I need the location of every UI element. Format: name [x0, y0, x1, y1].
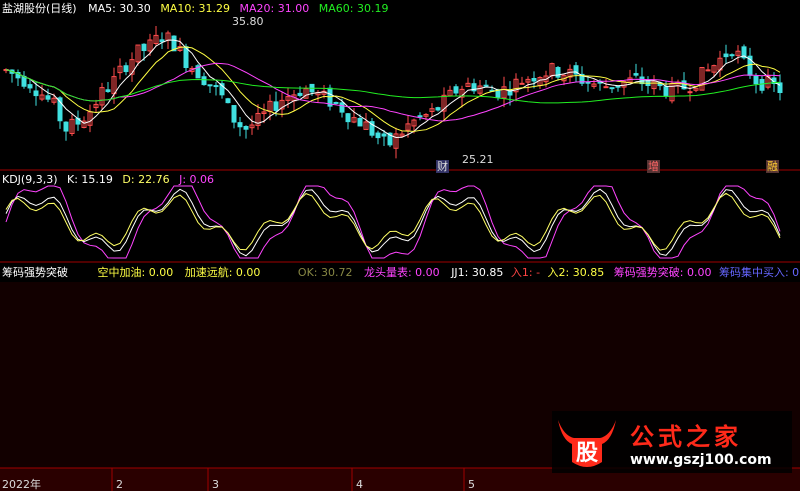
ma5-value: MA5: 30.30 — [88, 2, 151, 15]
candle-body — [141, 43, 147, 52]
kdj-title: KDJ(9,3,3) — [2, 173, 58, 186]
candle-body — [453, 86, 459, 94]
ma20-value: MA20: 31.00 — [239, 2, 310, 15]
indicator-cmqstp: 筹码强势突破: 0.00 — [613, 266, 712, 279]
indicator-in2: 入2: 30.85 — [547, 266, 605, 279]
indicator-jsyh: 加速远航: 0.00 — [184, 266, 261, 279]
candle-body — [333, 101, 339, 104]
candle-body — [27, 84, 33, 89]
candle-body — [201, 76, 207, 86]
indicator-ltlb: 龙头量表: 0.00 — [363, 266, 440, 279]
indicator-jj1: JJ1: 30.85 — [451, 266, 504, 279]
candle-body — [33, 90, 39, 97]
stock-chart-window: 盐湖股份(日线) MA5: 30.30 MA10: 31.29 MA20: 31… — [0, 0, 800, 491]
candle-body — [339, 102, 345, 113]
time-label-mar: 3 — [212, 478, 219, 491]
candle-body — [615, 85, 621, 88]
bull-logo-icon: 股 — [558, 420, 616, 467]
candle-body — [435, 107, 441, 111]
candle-body — [483, 84, 489, 87]
event-marker-zeng[interactable]: 增 — [647, 160, 660, 173]
candle-body — [45, 95, 51, 100]
indicator-cmjzmr: 筹码集中买入: 0.00 — [718, 266, 800, 279]
indicator-in1: 入1: - — [510, 266, 541, 279]
candle-body — [231, 105, 237, 123]
candle-body — [273, 101, 279, 111]
candlestick-panel[interactable] — [3, 26, 783, 159]
stock-title: 盐湖股份(日线) — [2, 2, 77, 15]
kdj-d-line — [5, 192, 781, 251]
time-label-feb: 2 — [116, 478, 123, 491]
event-marker-cai[interactable]: 财 — [436, 160, 449, 173]
candle-body — [759, 78, 765, 91]
candle-body — [531, 78, 537, 82]
candle-body — [63, 121, 69, 132]
candle-body — [663, 86, 669, 97]
high-price-label: 35.80 — [232, 15, 264, 28]
kdj-k-line — [5, 188, 781, 257]
event-marker-rong[interactable]: 融 — [766, 160, 779, 173]
candle-body — [375, 132, 381, 139]
candle-body — [105, 89, 111, 93]
kdj-j-value: J: 0.06 — [179, 173, 215, 186]
indicator-ok: OK: 30.72 — [297, 266, 353, 279]
indicator-title: 筹码强势突破 — [2, 266, 68, 279]
candle-body — [381, 133, 387, 137]
candle-body — [729, 54, 735, 57]
candle-body — [603, 86, 609, 89]
ma10-value: MA10: 31.29 — [160, 2, 231, 15]
watermark-brand: 公式之家 — [630, 422, 742, 451]
ma60-line — [5, 69, 781, 104]
watermark-url: www.gszj100.com — [630, 451, 772, 468]
candle-body — [705, 69, 711, 72]
candle-body — [207, 84, 213, 87]
candle-body — [357, 117, 363, 127]
candle-body — [687, 91, 693, 94]
kdj-k-value: K: 15.19 — [67, 173, 113, 186]
candle-body — [123, 65, 129, 73]
candle-body — [753, 75, 759, 85]
indicator-kzjy: 空中加油: 0.00 — [97, 266, 174, 279]
ma60-value: MA60: 30.19 — [318, 2, 389, 15]
candle-body — [297, 92, 303, 96]
time-label-may: 5 — [468, 478, 475, 491]
candle-body — [609, 87, 615, 90]
candle-body — [555, 67, 561, 78]
kdj-header: KDJ(9,3,3) K: 15.19 D: 22.76 J: 0.06 — [2, 173, 214, 186]
main-header: 盐湖股份(日线) MA5: 30.30 MA10: 31.29 MA20: 31… — [2, 2, 388, 15]
candle-body — [243, 126, 249, 130]
candle-body — [519, 82, 525, 85]
candle-body — [345, 113, 351, 123]
watermark: 股 公式之家 www.gszj100.com — [552, 411, 792, 473]
kdj-d-value: D: 22.76 — [122, 173, 170, 186]
indicator-header: 筹码强势突破 空中加油: 0.00 加速远航: 0.00 OK: 30.72 龙… — [2, 266, 800, 279]
candle-body — [417, 115, 423, 118]
time-label-apr: 4 — [356, 478, 363, 491]
candle-body — [723, 53, 729, 58]
watermark-logo-char: 股 — [576, 441, 598, 466]
candle-body — [21, 75, 27, 87]
candle-body — [237, 122, 243, 128]
candle-body — [633, 73, 639, 76]
candle-body — [213, 85, 219, 88]
candle-body — [225, 98, 231, 104]
candle-body — [585, 81, 591, 84]
time-label-2022: 2022年 — [2, 478, 41, 491]
low-price-label: 25.21 — [462, 153, 494, 166]
kdj-panel[interactable] — [5, 185, 781, 259]
